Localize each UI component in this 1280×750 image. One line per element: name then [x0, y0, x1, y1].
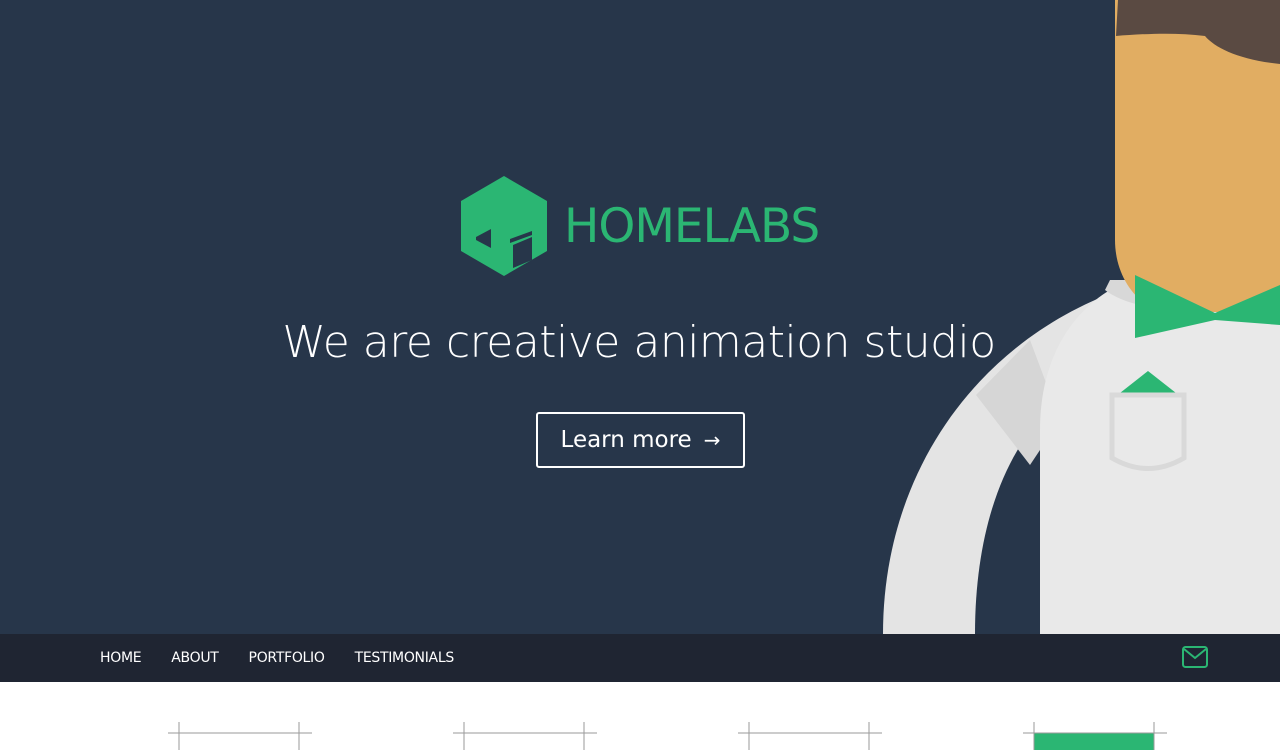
envelope-icon[interactable]: [1182, 646, 1208, 668]
nav-item-testimonials[interactable]: TESTIMONIALS: [355, 650, 455, 666]
brand-logo[interactable]: HOMELABS: [460, 174, 830, 278]
hero-section: HOMELABS We are creative animation studi…: [0, 0, 1280, 634]
nav-item-about[interactable]: ABOUT: [171, 650, 219, 666]
feature-sketch-3: [738, 722, 882, 750]
learn-more-label: Learn more: [560, 427, 692, 453]
feature-sketch-2: [453, 722, 597, 750]
brand-name: HOMELABS: [564, 198, 820, 254]
nav-item-portfolio[interactable]: PORTFOLIO: [249, 650, 325, 666]
features-preview: [0, 682, 1280, 750]
hexagon-house-icon: [461, 176, 547, 276]
learn-more-button[interactable]: Learn more →: [536, 412, 745, 468]
feature-sketch-1: [168, 722, 312, 750]
hero-tagline: We are creative animation studio: [282, 317, 996, 368]
nav-links: HOME ABOUT PORTFOLIO TESTIMONIALS: [100, 634, 484, 682]
feature-illustrations: [168, 722, 1167, 750]
arrow-right-icon: →: [703, 428, 721, 452]
main-navbar: HOME ABOUT PORTFOLIO TESTIMONIALS: [0, 634, 1280, 682]
nav-item-home[interactable]: HOME: [100, 650, 142, 666]
feature-sketch-4: [1023, 722, 1167, 750]
